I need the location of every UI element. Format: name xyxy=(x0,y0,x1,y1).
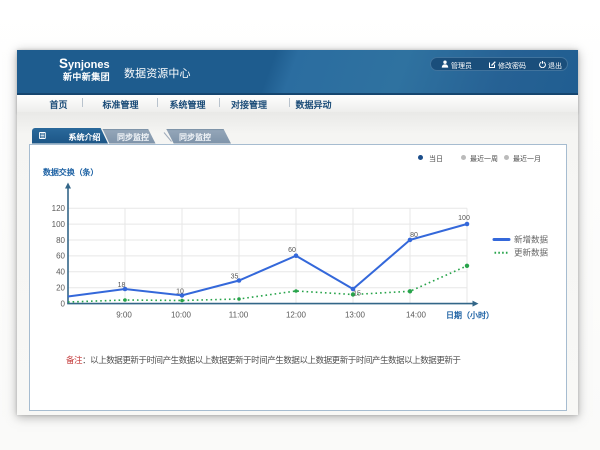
svg-text:80: 80 xyxy=(410,232,418,239)
svg-text:18: 18 xyxy=(118,282,126,289)
svg-text:35: 35 xyxy=(231,274,239,281)
svg-text:20: 20 xyxy=(56,284,65,293)
svg-text:60: 60 xyxy=(288,247,296,254)
svg-text:80: 80 xyxy=(56,236,65,245)
svg-text:120: 120 xyxy=(52,204,66,213)
svg-text:更新数据: 更新数据 xyxy=(514,248,549,258)
svg-text:40: 40 xyxy=(56,268,65,277)
svg-text:11:00: 11:00 xyxy=(229,311,249,320)
svg-text:15: 15 xyxy=(353,291,361,298)
svg-text:12:00: 12:00 xyxy=(286,311,307,320)
svg-text:0: 0 xyxy=(61,299,66,308)
svg-text:14:00: 14:00 xyxy=(406,311,427,320)
svg-text:60: 60 xyxy=(56,252,65,261)
svg-text:13:00: 13:00 xyxy=(345,311,366,320)
svg-text:100: 100 xyxy=(52,220,66,229)
svg-text:9:00: 9:00 xyxy=(116,311,132,320)
svg-text:10:00: 10:00 xyxy=(171,311,192,320)
svg-text:10: 10 xyxy=(176,289,184,296)
svg-text:100: 100 xyxy=(458,215,470,222)
svg-text:新增数据: 新增数据 xyxy=(514,235,549,245)
